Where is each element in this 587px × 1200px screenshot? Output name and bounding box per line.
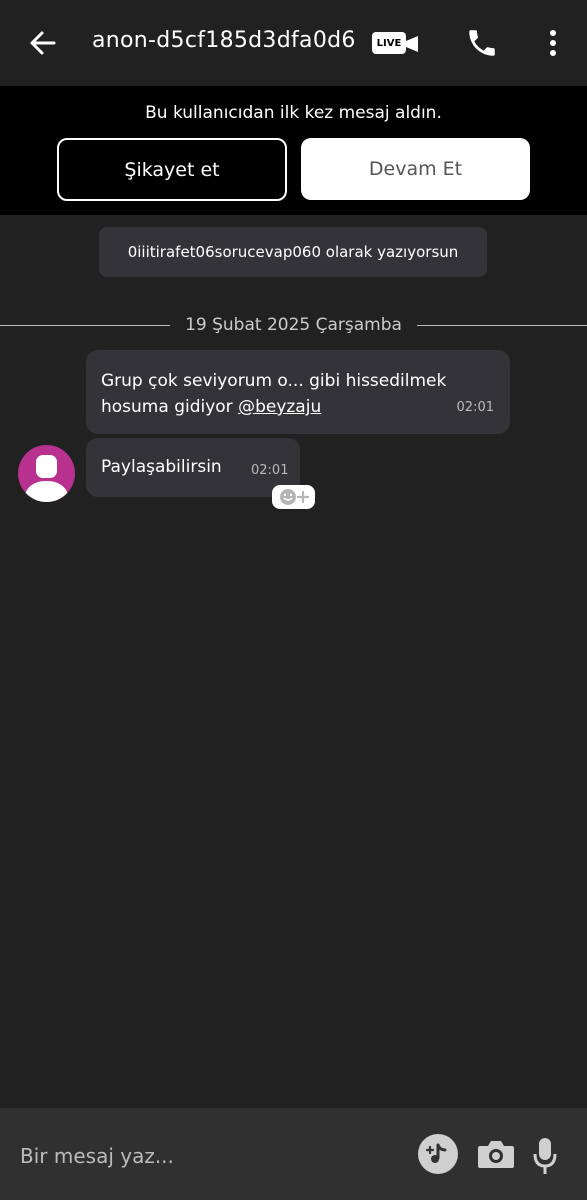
writing-as-banner: 0iiitirafet06sorucevap060 olarak yazıyor… — [99, 227, 487, 277]
user-silhouette-icon — [24, 455, 69, 502]
message-line-2: hosuma gidiyor — [101, 397, 239, 417]
message-bubble[interactable]: Paylaşabilirsin 02:01 — [86, 438, 300, 497]
more-vertical-icon — [550, 30, 556, 56]
camera-icon — [478, 1141, 514, 1168]
notice-text: Bu kullanıcıdan ilk kez mesaj aldın. — [145, 103, 442, 123]
call-button[interactable] — [465, 26, 499, 60]
message-text: Grup çok seviyorum o... gibi hissedilmek… — [101, 368, 446, 420]
continue-button[interactable]: Devam Et — [301, 138, 530, 200]
music-note-icon — [425, 1143, 447, 1163]
camera-button[interactable] — [476, 1136, 516, 1172]
live-video-button[interactable]: LIVE — [372, 30, 422, 58]
message-time: 02:01 — [456, 400, 494, 415]
message-input[interactable] — [18, 1138, 392, 1174]
live-badge: LIVE — [372, 32, 406, 54]
date-divider-line-left — [0, 325, 170, 326]
avatar[interactable] — [18, 445, 75, 502]
arrow-left-icon — [30, 31, 56, 55]
add-reaction-icon — [279, 489, 309, 505]
date-divider: 19 Şubat 2025 Çarşamba — [185, 315, 402, 335]
live-video-icon — [406, 36, 418, 52]
add-reaction-button[interactable] — [272, 485, 315, 509]
message-bubble[interactable]: Grup çok seviyorum o... gibi hissedilmek… — [86, 350, 510, 434]
more-options-button[interactable] — [540, 26, 566, 60]
message-time: 02:01 — [251, 463, 289, 478]
message-text: Paylaşabilirsin — [101, 457, 222, 477]
microphone-icon — [533, 1138, 557, 1174]
chat-title[interactable]: anon-d5cf185d3dfa0d6 — [92, 28, 356, 53]
music-button[interactable] — [418, 1134, 458, 1174]
date-divider-line-right — [417, 325, 587, 326]
mention-link[interactable]: @beyzaju — [238, 397, 321, 417]
message-line-1: Grup çok seviyorum o... gibi hissedilmek — [101, 371, 447, 391]
report-button[interactable]: Şikayet et — [57, 138, 287, 201]
first-message-notice: Bu kullanıcıdan ilk kez mesaj aldın. Şik… — [0, 86, 587, 215]
back-button[interactable] — [26, 26, 60, 60]
phone-icon — [469, 30, 495, 56]
chat-header: anon-d5cf185d3dfa0d6 LIVE — [0, 0, 587, 86]
voice-message-button[interactable] — [533, 1136, 557, 1176]
